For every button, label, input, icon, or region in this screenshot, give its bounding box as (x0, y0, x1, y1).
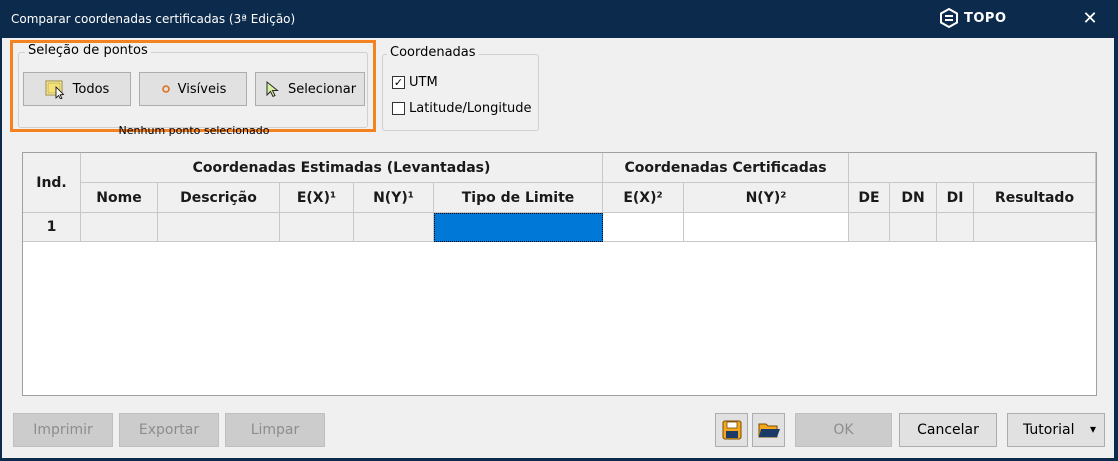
point-selection-frame: Seleção de pontos Todos Visíveis Selecio… (18, 43, 368, 137)
pointer-select-icon (266, 80, 279, 98)
tutorial-label: Tutorial (1023, 422, 1075, 438)
comparison-table[interactable]: Ind. Coordenadas Estimadas (Levantadas) … (22, 152, 1097, 396)
cell-nome[interactable] (81, 213, 158, 242)
point-selection-group: Seleção de pontos Todos Visíveis Selecio… (10, 40, 376, 137)
cell-tipo-limite[interactable] (434, 213, 603, 242)
latlong-option[interactable]: Latitude/Longitude (392, 101, 532, 116)
export-button[interactable]: Exportar (119, 413, 219, 447)
tutorial-button[interactable]: Tutorial ▾ (1007, 413, 1105, 447)
header-estimated-group: Coordenadas Estimadas (Levantadas) (81, 153, 603, 183)
header-ny2[interactable]: N(Y)² (684, 183, 849, 213)
header-dn[interactable]: DN (890, 183, 937, 213)
header-ex1[interactable]: E(X)¹ (280, 183, 354, 213)
visible-points-icon (161, 85, 170, 93)
pointer-select-button[interactable]: Selecionar (255, 72, 365, 106)
visible-points-label: Visíveis (177, 81, 227, 97)
utm-checkbox[interactable]: ✓ (392, 76, 405, 89)
cell-resultado[interactable] (974, 213, 1096, 242)
header-tipo-limite[interactable]: Tipo de Limite (434, 183, 603, 213)
topo-logo-icon (940, 7, 958, 29)
save-icon (722, 420, 741, 440)
clear-button[interactable]: Limpar (225, 413, 325, 447)
dialog-body: Seleção de pontos Todos Visíveis Selecio… (2, 38, 1114, 458)
coordinates-group: Coordenadas ✓ UTM Latitude/Longitude (382, 45, 539, 131)
visible-points-button[interactable]: Visíveis (139, 72, 247, 106)
cell-dn[interactable] (890, 213, 937, 242)
save-button[interactable] (715, 413, 748, 447)
coordinates-legend: Coordenadas (387, 45, 479, 60)
export-label: Exportar (138, 422, 200, 438)
cell-ex1[interactable] (280, 213, 354, 242)
clear-label: Limpar (250, 422, 300, 438)
selection-status: Nenhum ponto selecionado (118, 124, 270, 137)
title-bar: Comparar coordenadas certificadas (3ª Ed… (0, 0, 1118, 38)
ok-label: OK (833, 422, 854, 438)
header-de[interactable]: DE (849, 183, 890, 213)
header-resultado[interactable]: Resultado (974, 183, 1096, 213)
point-selection-legend: Seleção de pontos (25, 43, 151, 58)
window-title: Comparar coordenadas certificadas (3ª Ed… (11, 12, 296, 26)
brand: TOPO (938, 7, 1007, 29)
print-label: Imprimir (33, 422, 93, 438)
header-ny1[interactable]: N(Y)¹ (354, 183, 434, 213)
pointer-select-label: Selecionar (287, 81, 357, 97)
close-button[interactable]: ✕ (1078, 8, 1102, 30)
utm-label: UTM (409, 75, 438, 90)
cell-descricao[interactable] (158, 213, 280, 242)
cell-di[interactable] (937, 213, 974, 242)
header-certified-group: Coordenadas Certificadas (603, 153, 849, 183)
header-descricao[interactable]: Descrição (158, 183, 280, 213)
cancel-button[interactable]: Cancelar (899, 413, 997, 447)
ok-button[interactable]: OK (795, 413, 892, 447)
latlong-checkbox[interactable] (392, 102, 405, 115)
header-ex2[interactable]: E(X)² (603, 183, 684, 213)
chevron-down-icon: ▾ (1089, 422, 1096, 436)
cell-ny1[interactable] (354, 213, 434, 242)
header-diff-group (849, 153, 1096, 183)
print-button[interactable]: Imprimir (13, 413, 113, 447)
brand-name: TOPO (964, 10, 1007, 26)
cell-ex2[interactable] (603, 213, 684, 242)
cell-de[interactable] (849, 213, 890, 242)
latlong-label: Latitude/Longitude (409, 101, 532, 116)
header-index: Ind. (23, 153, 81, 213)
select-all-button[interactable]: Todos (23, 72, 131, 106)
header-nome[interactable]: Nome (81, 183, 158, 213)
open-folder-icon (758, 423, 780, 438)
row-index[interactable]: 1 (23, 213, 81, 242)
cancel-label: Cancelar (917, 422, 979, 438)
select-all-label: Todos (72, 81, 110, 97)
select-all-icon (45, 80, 65, 99)
header-di[interactable]: DI (937, 183, 974, 213)
cell-ny2[interactable] (684, 213, 849, 242)
open-button[interactable] (752, 413, 785, 447)
utm-option[interactable]: ✓ UTM (392, 75, 438, 90)
